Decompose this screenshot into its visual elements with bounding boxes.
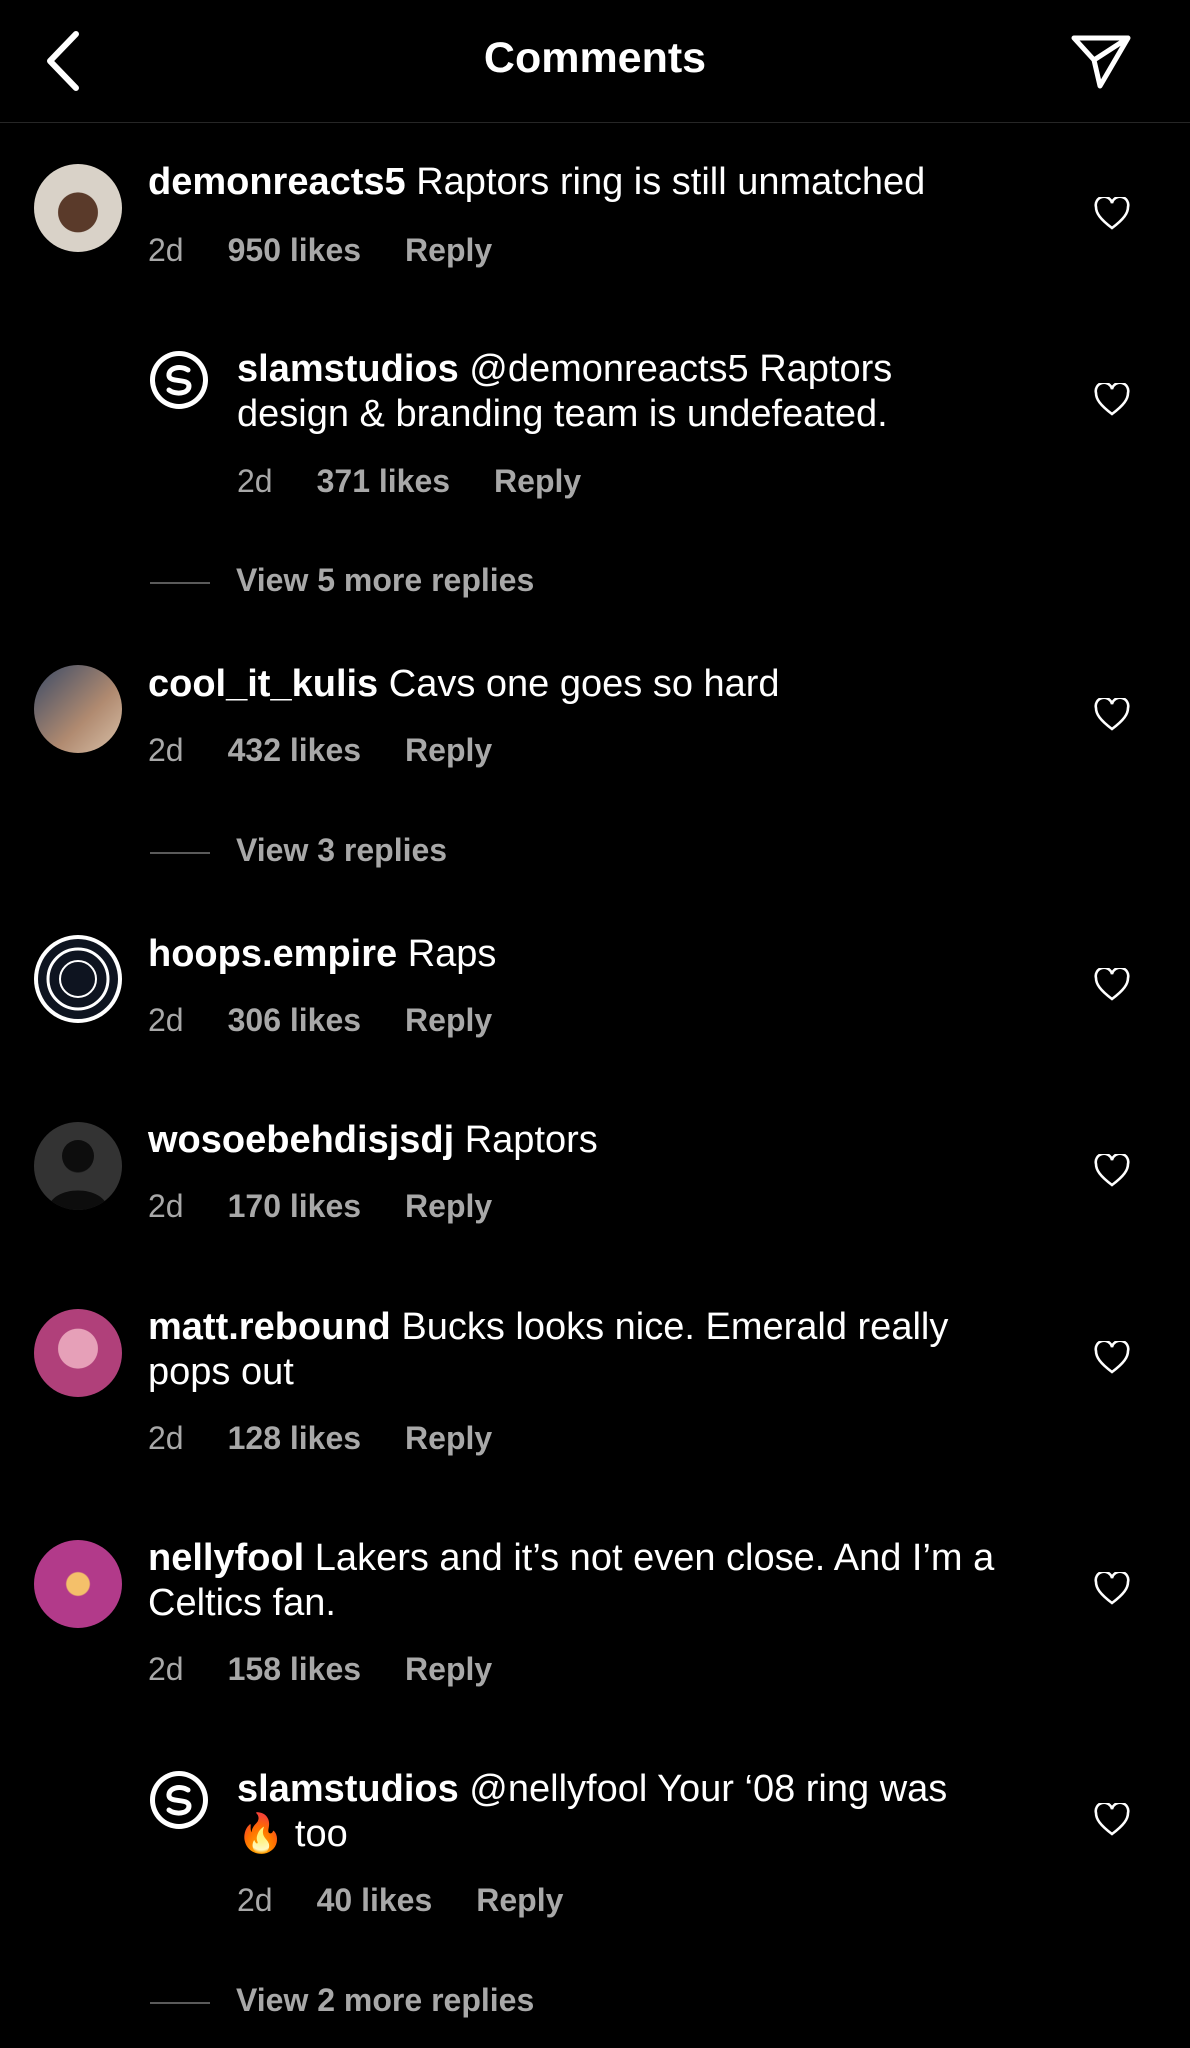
default-avatar-icon [48, 1140, 108, 1210]
comment-time: 2d [148, 1188, 184, 1224]
paper-plane-icon[interactable] [1068, 30, 1134, 90]
reply-button[interactable]: Reply [405, 1420, 492, 1457]
comment-username[interactable]: slamstudios [237, 1768, 459, 1810]
reply-button[interactable]: Reply [476, 1882, 563, 1919]
heart-outline-icon[interactable] [1094, 197, 1130, 231]
comment-time: 2d [237, 463, 273, 499]
comment-text: slamstudios @demonreacts5 Raptors design… [237, 347, 997, 437]
comment-meta: 2d 432 likes Reply [148, 732, 536, 769]
comment-likes[interactable]: 128 likes [228, 1420, 361, 1457]
comment-likes[interactable]: 432 likes [228, 732, 361, 769]
view-more-label: View 2 more replies [236, 1982, 535, 2018]
comment-username[interactable]: cool_it_kulis [148, 663, 378, 705]
heart-outline-icon[interactable] [1094, 383, 1130, 417]
reply-button[interactable]: Reply [405, 1651, 492, 1688]
comment-body: Cavs one goes so hard [388, 663, 780, 705]
heart-outline-icon[interactable] [1094, 698, 1130, 732]
comment-meta: 2d 158 likes Reply [148, 1651, 536, 1688]
comment-username[interactable]: nellyfool [148, 1537, 304, 1579]
avatar[interactable] [34, 935, 122, 1023]
slamstudios-logo [155, 356, 203, 404]
comment-text: cool_it_kulis Cavs one goes so hard [148, 662, 1008, 707]
avatar[interactable] [34, 1309, 122, 1397]
comment-meta: 2d 371 likes Reply [237, 463, 625, 500]
comment-likes[interactable]: 950 likes [228, 232, 361, 269]
reply-button[interactable]: Reply [405, 1002, 492, 1039]
comment-meta: 2d 306 likes Reply [148, 1002, 536, 1039]
view-replies-button[interactable]: View 3 replies [150, 832, 447, 869]
header: Comments [0, 0, 1190, 123]
view-more-replies-button[interactable]: View 5 more replies [150, 562, 534, 599]
heart-outline-icon[interactable] [1094, 968, 1130, 1002]
reply-button[interactable]: Reply [405, 732, 492, 769]
page-title: Comments [483, 34, 707, 82]
comment-time: 2d [148, 1420, 184, 1456]
comment-meta: 2d 170 likes Reply [148, 1188, 536, 1225]
avatar[interactable] [34, 164, 122, 252]
view-more-label: View 5 more replies [236, 562, 535, 598]
comment-body: Raptors [464, 1119, 598, 1161]
comment-meta: 2d 128 likes Reply [148, 1420, 536, 1457]
view-more-label: View 3 replies [236, 832, 448, 868]
comment-username[interactable]: wosoebehdisjsdj [148, 1119, 454, 1161]
comment-time: 2d [148, 1651, 184, 1687]
comment-meta: 2d 40 likes Reply [237, 1882, 607, 1919]
comment-likes[interactable]: 40 likes [317, 1882, 433, 1919]
comment-username[interactable]: hoops.empire [148, 933, 397, 975]
heart-outline-icon[interactable] [1094, 1341, 1130, 1375]
comment-body: Raptors ring is still unmatched [416, 161, 926, 203]
comment-text: matt.rebound Bucks looks nice. Emerald r… [148, 1305, 1008, 1395]
comment-body: Raps [407, 933, 497, 975]
avatar[interactable] [34, 665, 122, 753]
reply-button[interactable]: Reply [494, 463, 581, 500]
comment-text: hoops.empire Raps [148, 932, 1008, 977]
comment-likes[interactable]: 170 likes [228, 1188, 361, 1225]
comment-text: demonreacts5 Raptors ring is still unmat… [148, 160, 1008, 205]
comment-body: @nellyfool Your ‘08 ring was [469, 1768, 948, 1810]
comment-text: wosoebehdisjsdj Raptors [148, 1118, 1008, 1163]
divider-line [150, 581, 210, 584]
comment-likes[interactable]: 158 likes [228, 1651, 361, 1688]
comment-username[interactable]: slamstudios [237, 348, 459, 390]
divider-line [150, 2001, 210, 2004]
reply-button[interactable]: Reply [405, 232, 492, 269]
reply-button[interactable]: Reply [405, 1188, 492, 1225]
comment-time: 2d [237, 1882, 273, 1918]
avatar[interactable] [34, 1122, 122, 1210]
comment-time: 2d [148, 1002, 184, 1038]
comment-body-continued: too [294, 1813, 348, 1855]
comment-text: slamstudios @nellyfool Your ‘08 ring was… [237, 1767, 1017, 1857]
heart-outline-icon[interactable] [1094, 1572, 1130, 1606]
comment-likes[interactable]: 371 likes [317, 463, 450, 500]
slamstudios-logo [155, 1776, 203, 1824]
comment-text: nellyfool Lakers and it’s not even close… [148, 1536, 1028, 1626]
comment-username[interactable]: matt.rebound [148, 1306, 391, 1348]
hoops-empire-logo [38, 939, 118, 1019]
heart-outline-icon[interactable] [1094, 1154, 1130, 1188]
comment-likes[interactable]: 306 likes [228, 1002, 361, 1039]
comment-time: 2d [148, 232, 184, 268]
comment-time: 2d [148, 732, 184, 768]
comment-username[interactable]: demonreacts5 [148, 161, 406, 203]
fire-emoji: 🔥 [237, 1813, 285, 1855]
avatar[interactable] [150, 1771, 208, 1829]
avatar[interactable] [150, 351, 208, 409]
comment-meta: 2d 950 likes Reply [148, 232, 536, 269]
heart-outline-icon[interactable] [1094, 1803, 1130, 1837]
view-more-replies-button[interactable]: View 2 more replies [150, 1982, 534, 2019]
divider-line [150, 851, 210, 854]
avatar[interactable] [34, 1540, 122, 1628]
